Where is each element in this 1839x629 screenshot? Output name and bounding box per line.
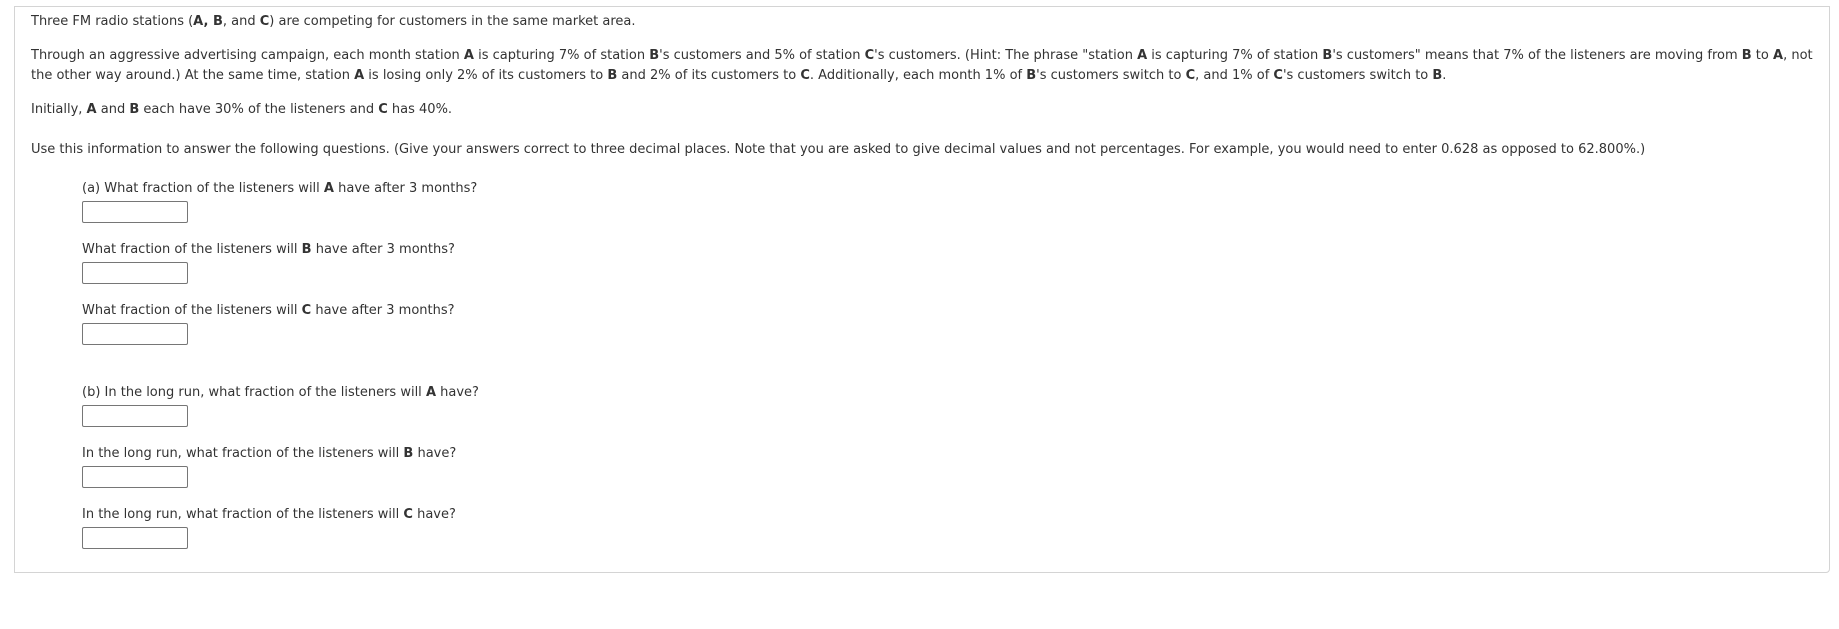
text: have after 3 months?: [311, 242, 455, 257]
station-name: A: [86, 102, 97, 117]
text: What fraction of the listeners will: [82, 242, 302, 257]
station-name: B: [301, 242, 312, 257]
text: 's customers switch to: [1036, 68, 1186, 83]
station-name: C: [301, 303, 312, 318]
text: have?: [412, 507, 456, 522]
text: is capturing 7% of station: [473, 48, 650, 63]
answer-input-c-long-run[interactable]: [82, 527, 188, 549]
text: and: [96, 102, 130, 117]
text: What fraction of the listeners will: [82, 303, 302, 318]
station-name: B: [1741, 48, 1752, 63]
text: 's customers and 5% of station: [659, 48, 865, 63]
question-container: Three FM radio stations (A, B, and C) ar…: [14, 6, 1830, 573]
station-name: C: [1273, 68, 1283, 83]
station-name: A: [1773, 48, 1784, 63]
text: In the long run, what fraction of the li…: [82, 507, 404, 522]
text: Initially,: [31, 102, 87, 117]
question-label: In the long run, what fraction of the li…: [82, 507, 456, 523]
station-name: C: [378, 102, 388, 117]
answer-input-b-3-months[interactable]: [82, 262, 188, 284]
text: . Additionally, each month 1% of: [809, 68, 1027, 83]
station-name: B: [649, 48, 660, 63]
station-name: B: [607, 68, 618, 83]
text: have?: [413, 446, 457, 461]
answer-input-a-long-run[interactable]: [82, 405, 188, 427]
station-name: B: [129, 102, 140, 117]
text: is losing only 2% of its customers to: [364, 68, 608, 83]
intro-paragraph-2: Through an aggressive advertising campai…: [31, 46, 1821, 86]
intro-paragraph-1: Three FM radio stations (A, B, and C) ar…: [31, 12, 1821, 32]
text: and 2% of its customers to: [617, 68, 801, 83]
station-name: B: [1026, 68, 1037, 83]
question-label: What fraction of the listeners will B ha…: [82, 242, 455, 258]
station-name: B: [212, 14, 223, 29]
text: each have 30% of the listeners and: [139, 102, 379, 117]
station-name: A: [425, 385, 436, 400]
text: Three FM radio stations (: [31, 14, 194, 29]
question-b-station-a: (b) In the long run, what fraction of th…: [82, 385, 479, 427]
text: , and: [222, 14, 260, 29]
intro-paragraph-3: Initially, A and B each have 30% of the …: [31, 100, 1821, 120]
station-name: C: [864, 48, 875, 63]
station-name: B: [1432, 68, 1443, 83]
text: In the long run, what fraction of the li…: [82, 446, 404, 461]
text: has 40%.: [387, 102, 453, 117]
question-label: (a) What fraction of the listeners will …: [82, 181, 477, 197]
question-a-station-c: What fraction of the listeners will C ha…: [82, 303, 455, 345]
text: have?: [436, 385, 479, 400]
station-name: A: [354, 68, 365, 83]
text: (a) What fraction of the listeners will: [82, 181, 324, 196]
station-name: C: [1185, 68, 1196, 83]
text: have after 3 months?: [311, 303, 455, 318]
station-name: A: [323, 181, 334, 196]
question-b-station-c: In the long run, what fraction of the li…: [82, 507, 456, 549]
station-name: B: [1322, 48, 1333, 63]
text: ,: [203, 14, 213, 29]
text: 's customers. (Hint: The phrase "station: [874, 48, 1138, 63]
text: to: [1751, 48, 1773, 63]
question-label: In the long run, what fraction of the li…: [82, 446, 456, 462]
question-label: (b) In the long run, what fraction of th…: [82, 385, 479, 401]
text: 's customers switch to: [1282, 68, 1433, 83]
question-a-station-b: What fraction of the listeners will B ha…: [82, 242, 455, 284]
question-a-station-a: (a) What fraction of the listeners will …: [82, 181, 477, 223]
station-name: A: [1137, 48, 1148, 63]
station-name: A: [463, 48, 474, 63]
text: 's customers" means that 7% of the liste…: [1332, 48, 1742, 63]
answer-input-c-3-months[interactable]: [82, 323, 188, 345]
station-name: C: [403, 507, 413, 522]
text: is capturing 7% of station: [1147, 48, 1323, 63]
station-name: C: [800, 68, 810, 83]
question-b-station-b: In the long run, what fraction of the li…: [82, 446, 456, 488]
text: .: [1442, 68, 1447, 83]
question-label: What fraction of the listeners will C ha…: [82, 303, 455, 319]
text: ) are competing for customers in the sam…: [269, 14, 636, 29]
station-name: A: [193, 14, 204, 29]
station-name: B: [403, 446, 414, 461]
text: have after 3 months?: [333, 181, 478, 196]
text: (b) In the long run, what fraction of th…: [82, 385, 426, 400]
station-name: C: [259, 14, 270, 29]
answer-input-a-3-months[interactable]: [82, 201, 188, 223]
instructions-paragraph: Use this information to answer the follo…: [31, 142, 1646, 157]
text: , and 1% of: [1195, 68, 1274, 83]
text: Through an aggressive advertising campai…: [31, 48, 464, 63]
answer-input-b-long-run[interactable]: [82, 466, 188, 488]
